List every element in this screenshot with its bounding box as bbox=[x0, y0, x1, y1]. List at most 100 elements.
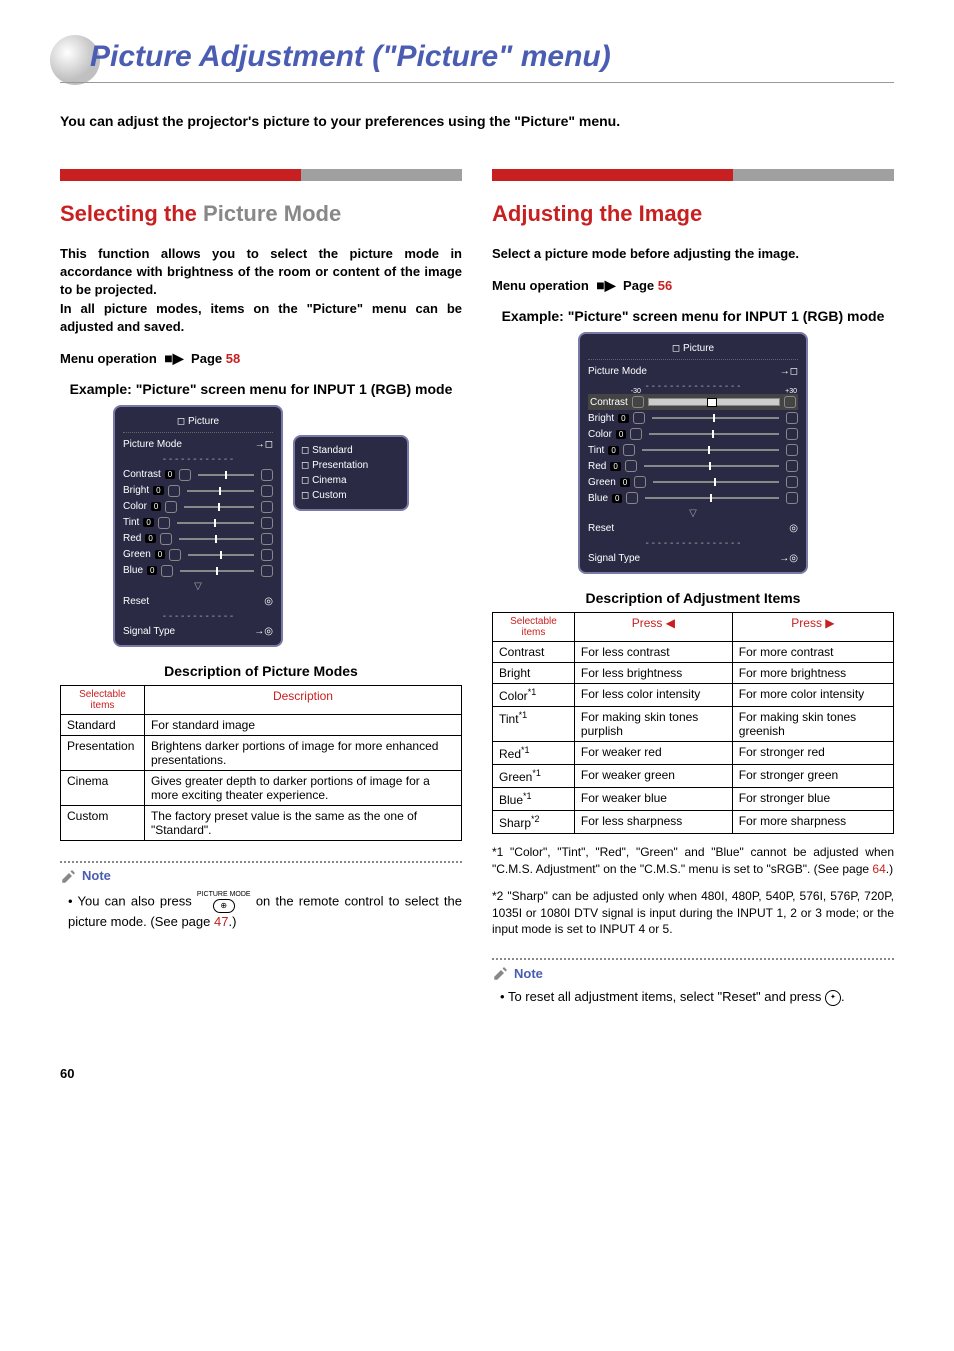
osd-screenshot-right: ◻ Picture Picture Mode →◻ - - - - - - - … bbox=[492, 332, 894, 574]
section-divider-bar bbox=[60, 169, 462, 181]
note-separator bbox=[60, 861, 462, 863]
osd-signal-type-row: Signal Type →◎ bbox=[123, 624, 273, 639]
osd-mode-option: ◻ Standard bbox=[301, 443, 401, 458]
reset-icon: ◎ bbox=[264, 596, 273, 607]
page-title-container: Picture Adjustment ("Picture" menu) bbox=[60, 40, 894, 83]
example-caption-left: Example: "Picture" screen menu for INPUT… bbox=[60, 381, 462, 397]
adj-press-right: For more color intensity bbox=[732, 684, 893, 707]
page-ref-56[interactable]: 56 bbox=[658, 278, 672, 293]
footnote-1: *1 "Color", "Tint", "Red", "Green" and "… bbox=[492, 844, 894, 878]
osd-mode-option: ◻ Presentation bbox=[301, 458, 401, 473]
adj-name: Blue*1 bbox=[493, 788, 575, 811]
table-row: Green*1For weaker greenFor stronger gree… bbox=[493, 765, 894, 788]
osd-slider-row: Bright0 bbox=[123, 483, 273, 499]
menu-operation-page-label: Page bbox=[623, 278, 654, 293]
table-row: Sharp*2For less sharpnessFor more sharpn… bbox=[493, 811, 894, 834]
page-ref-47[interactable]: 47 bbox=[214, 914, 228, 929]
osd-picture-mode-label: Picture Mode bbox=[588, 366, 776, 377]
note-text-b: . bbox=[841, 989, 845, 1004]
adj-press-left: For weaker green bbox=[574, 765, 732, 788]
note-text-a: You can also press bbox=[78, 893, 197, 908]
osd-mode-submenu: ◻ Standard◻ Presentation◻ Cinema◻ Custom bbox=[293, 435, 409, 511]
osd-contrast-value: 0 bbox=[707, 398, 717, 407]
osd-slider-label: Contrast bbox=[123, 469, 161, 480]
osd-slider-row: Contrast 0 bbox=[123, 467, 273, 483]
osd-slider-row: Blue0 bbox=[123, 563, 273, 579]
osd-header: ◻ Picture bbox=[588, 340, 798, 360]
table-caption-modes: Description of Picture Modes bbox=[60, 663, 462, 679]
footnote-2: *2 "Sharp" can be adjusted only when 480… bbox=[492, 888, 894, 938]
col-selectable-items: Selectable items bbox=[61, 685, 145, 714]
section-title-part-a: Selecting the bbox=[60, 201, 203, 226]
enter-button-icon: ✦ bbox=[825, 990, 841, 1006]
page-ref-64[interactable]: 64 bbox=[872, 862, 885, 876]
mode-name: Custom bbox=[61, 805, 145, 840]
col-press-right: Press ▶ bbox=[732, 613, 893, 642]
col-selectable-items: Selectable items bbox=[493, 613, 575, 642]
adjustment-items-table: Selectable items Press ◀ Press ▶ Contras… bbox=[492, 612, 894, 834]
table-row: Tint*1For making skin tones purplishFor … bbox=[493, 707, 894, 742]
table-row: Blue*1For weaker blueFor stronger blue bbox=[493, 788, 894, 811]
section-body-right: Select a picture mode before adjusting t… bbox=[492, 245, 894, 263]
note-body-left: • You can also press PICTURE MODE ⊕ on t… bbox=[60, 891, 462, 931]
osd-picture-mode-label: Picture Mode bbox=[123, 439, 251, 450]
osd-slider-label: Red bbox=[123, 533, 141, 544]
osd-slider-value: 0 bbox=[610, 462, 620, 471]
col-description: Description bbox=[144, 685, 461, 714]
note-pencil-icon bbox=[492, 964, 510, 982]
osd-slider-label: Blue bbox=[123, 565, 143, 576]
adj-press-right: For more contrast bbox=[732, 642, 893, 663]
osd-slider-value: 0 bbox=[608, 446, 618, 455]
menu-operation-label: Menu operation bbox=[492, 278, 589, 293]
mode-desc: The factory preset value is the same as … bbox=[144, 805, 461, 840]
menu-operation-right: Menu operation ■▶ Page 56 bbox=[492, 277, 894, 294]
left-column: Selecting the Picture Mode This function… bbox=[60, 169, 462, 1006]
note-pencil-icon bbox=[60, 867, 78, 885]
adj-press-left: For less sharpness bbox=[574, 811, 732, 834]
osd-reset-label: Reset bbox=[123, 596, 260, 607]
arrow-right-icon: ■▶ bbox=[160, 350, 187, 366]
osd-slider-row: Tint0 bbox=[588, 442, 798, 458]
section-title-selecting-picture-mode: Selecting the Picture Mode bbox=[60, 201, 462, 227]
osd-contrast-label: Contrast bbox=[590, 397, 628, 408]
adj-press-left: For less color intensity bbox=[574, 684, 732, 707]
adj-press-right: For more brightness bbox=[732, 663, 893, 684]
adj-press-left: For weaker red bbox=[574, 742, 732, 765]
osd-slider-value: 0 bbox=[612, 494, 622, 503]
osd-slider-value: 0 bbox=[618, 414, 628, 423]
adj-press-right: For making skin tones greenish bbox=[732, 707, 893, 742]
mode-desc: For standard image bbox=[144, 714, 461, 735]
adj-press-right: For stronger red bbox=[732, 742, 893, 765]
osd-signal-type-label: Signal Type bbox=[123, 626, 250, 637]
table-row: Color*1For less color intensityFor more … bbox=[493, 684, 894, 707]
osd-slider-row: Color0 bbox=[123, 499, 273, 515]
page-number: 60 bbox=[60, 1066, 894, 1081]
note-text-c: .) bbox=[228, 914, 236, 929]
adj-press-left: For less contrast bbox=[574, 642, 732, 663]
table-row: ContrastFor less contrastFor more contra… bbox=[493, 642, 894, 663]
page-ref-58[interactable]: 58 bbox=[226, 351, 240, 366]
osd-reset-row: Reset ◎ bbox=[123, 594, 273, 609]
section-divider-bar bbox=[492, 169, 894, 181]
intro-text: You can adjust the projector's picture t… bbox=[60, 113, 894, 129]
page-title: Picture Adjustment ("Picture" menu) bbox=[60, 40, 894, 83]
adj-name: Red*1 bbox=[493, 742, 575, 765]
adj-press-right: For stronger blue bbox=[732, 788, 893, 811]
adj-press-left: For making skin tones purplish bbox=[574, 707, 732, 742]
table-row: CinemaGives greater depth to darker port… bbox=[61, 770, 462, 805]
right-column: Adjusting the Image Select a picture mod… bbox=[492, 169, 894, 1006]
osd-slider-row: Green0 bbox=[123, 547, 273, 563]
osd-slider-value: 0 bbox=[145, 534, 155, 543]
osd-slider-label: Green bbox=[123, 549, 151, 560]
table-row: Red*1For weaker redFor stronger red bbox=[493, 742, 894, 765]
osd-main-menu: ◻ Picture Picture Mode →◻ - - - - - - - … bbox=[113, 405, 283, 647]
osd-mode-option: ◻ Cinema bbox=[301, 473, 401, 488]
osd-slider-row: Color0 bbox=[588, 426, 798, 442]
chevron-down-icon: ▽ bbox=[588, 506, 798, 521]
note-body-right: • To reset all adjustment items, select … bbox=[492, 988, 894, 1006]
osd-header: ◻ Picture bbox=[123, 413, 273, 433]
mode-name: Cinema bbox=[61, 770, 145, 805]
osd-slider-value: 0 bbox=[151, 502, 161, 511]
example-caption-right: Example: "Picture" screen menu for INPUT… bbox=[492, 308, 894, 324]
osd-slider-value: 0 bbox=[165, 470, 175, 479]
